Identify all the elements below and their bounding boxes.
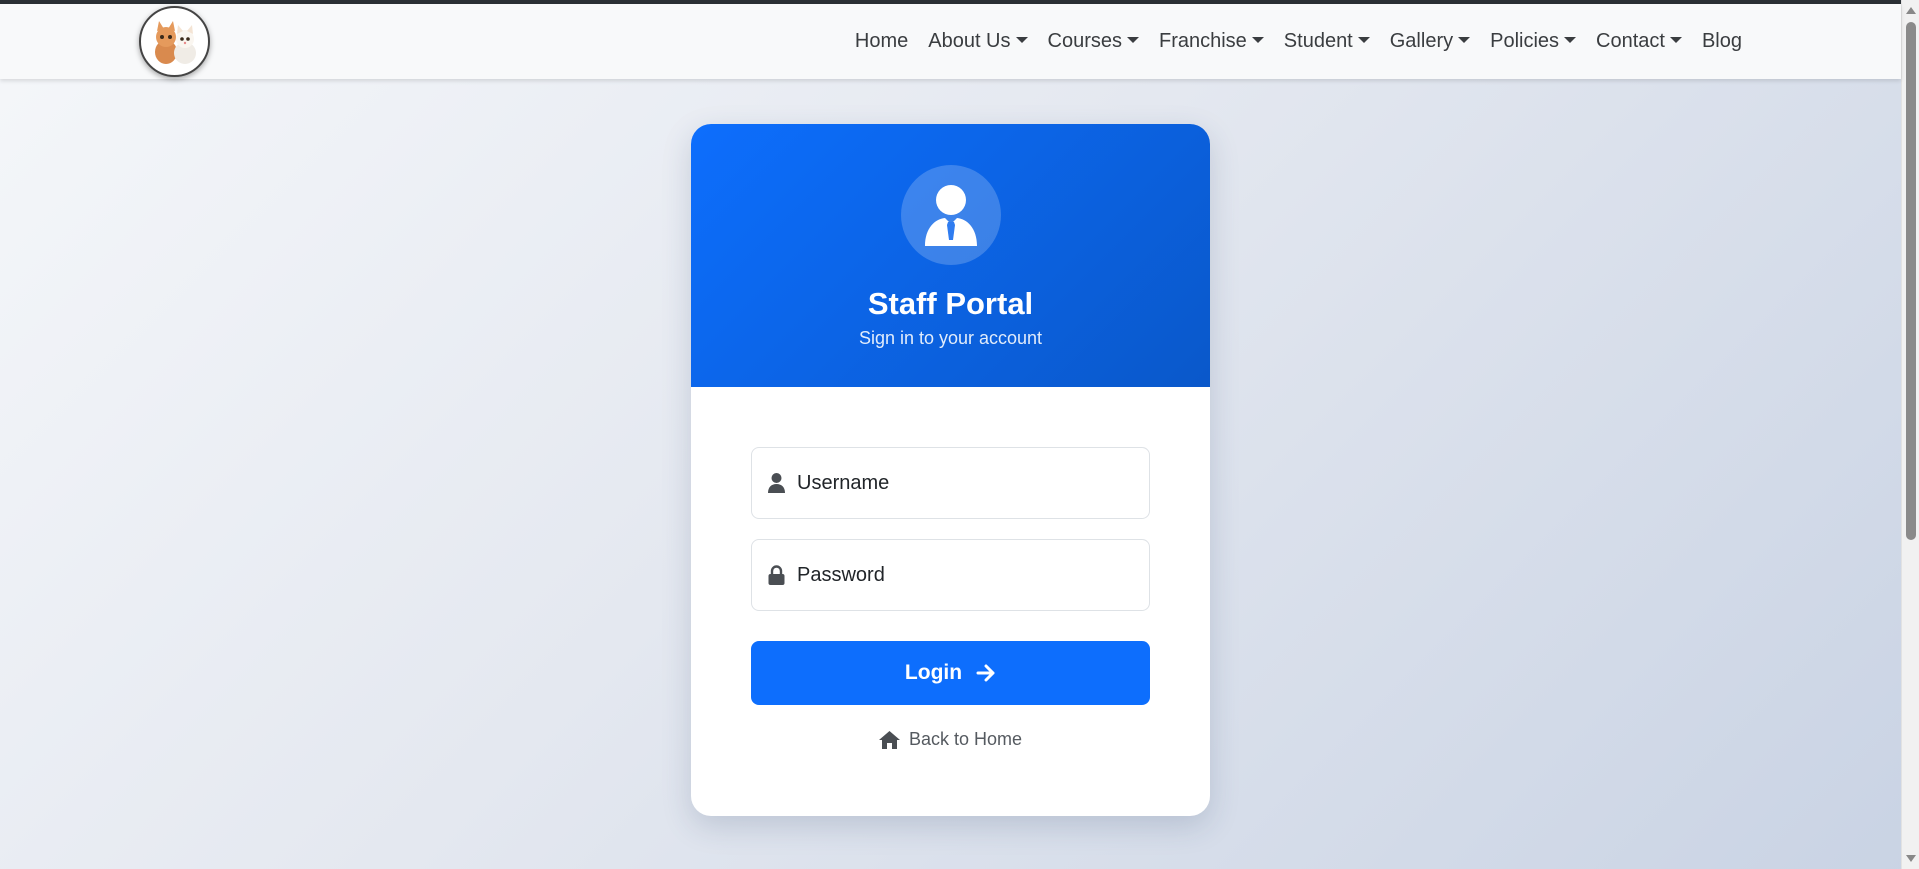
nav-item-home[interactable]: Home	[845, 30, 918, 53]
page-scrollbar[interactable]	[1901, 0, 1919, 869]
home-icon	[878, 730, 900, 749]
login-card-header: Staff Portal Sign in to your account	[691, 124, 1210, 387]
nav-item-label: Student	[1283, 30, 1353, 52]
password-field[interactable]: Password	[751, 539, 1150, 611]
login-button-label: Login	[904, 661, 963, 684]
nav-item-contact[interactable]: Contact	[1586, 30, 1692, 53]
username-placeholder: Username	[797, 471, 890, 494]
navbar: Home About Us Courses Franchise Student …	[0, 4, 1901, 79]
nav-item-label: Courses	[1047, 30, 1122, 52]
caret-down-icon	[1357, 36, 1370, 43]
scrollbar-thumb[interactable]	[1906, 22, 1916, 540]
arrow-right-icon	[976, 664, 996, 682]
nav-item-label: Blog	[1701, 30, 1742, 52]
caret-down-icon	[1669, 36, 1682, 43]
nav-item-label: Home	[854, 30, 909, 52]
caret-down-icon	[1015, 36, 1028, 43]
user-tie-icon	[924, 185, 977, 246]
nav-item-blog[interactable]: Blog	[1692, 30, 1752, 53]
nav-item-student[interactable]: Student	[1274, 30, 1380, 53]
caret-down-icon	[1251, 36, 1264, 43]
caret-down-icon	[1458, 36, 1471, 43]
password-placeholder: Password	[797, 563, 885, 586]
portal-title: Staff Portal	[867, 286, 1034, 321]
cats-logo-icon	[154, 20, 196, 64]
avatar	[900, 165, 1001, 265]
portal-subtitle: Sign in to your account	[858, 328, 1043, 348]
nav-item-label: Gallery	[1389, 30, 1454, 52]
nav-item-about-us[interactable]: About Us	[918, 30, 1037, 53]
nav-item-label: About Us	[928, 30, 1011, 52]
user-icon	[767, 473, 785, 493]
caret-down-icon	[1564, 36, 1577, 43]
nav-menu: Home About Us Courses Franchise Student …	[845, 4, 1752, 79]
lock-icon	[767, 565, 785, 585]
login-button[interactable]: Login	[751, 641, 1150, 705]
nav-item-label: Franchise	[1158, 30, 1247, 52]
login-card: Staff Portal Sign in to your account Use…	[691, 124, 1210, 816]
nav-item-label: Contact	[1596, 30, 1665, 52]
username-field[interactable]: Username	[751, 447, 1150, 519]
caret-down-icon	[1126, 36, 1139, 43]
nav-item-policies[interactable]: Policies	[1480, 30, 1586, 53]
site-logo[interactable]	[139, 6, 210, 77]
back-to-home-link[interactable]: Back to Home	[751, 729, 1150, 750]
nav-item-courses[interactable]: Courses	[1038, 30, 1149, 53]
scroll-up-arrow-icon[interactable]	[1906, 7, 1916, 14]
nav-item-franchise[interactable]: Franchise	[1149, 30, 1274, 53]
login-form: Username Password Login Back to Home	[751, 447, 1150, 750]
nav-item-label: Policies	[1490, 30, 1560, 52]
scroll-down-arrow-icon[interactable]	[1906, 855, 1916, 862]
back-to-home-label: Back to Home	[908, 729, 1023, 749]
nav-item-gallery[interactable]: Gallery	[1380, 30, 1480, 53]
